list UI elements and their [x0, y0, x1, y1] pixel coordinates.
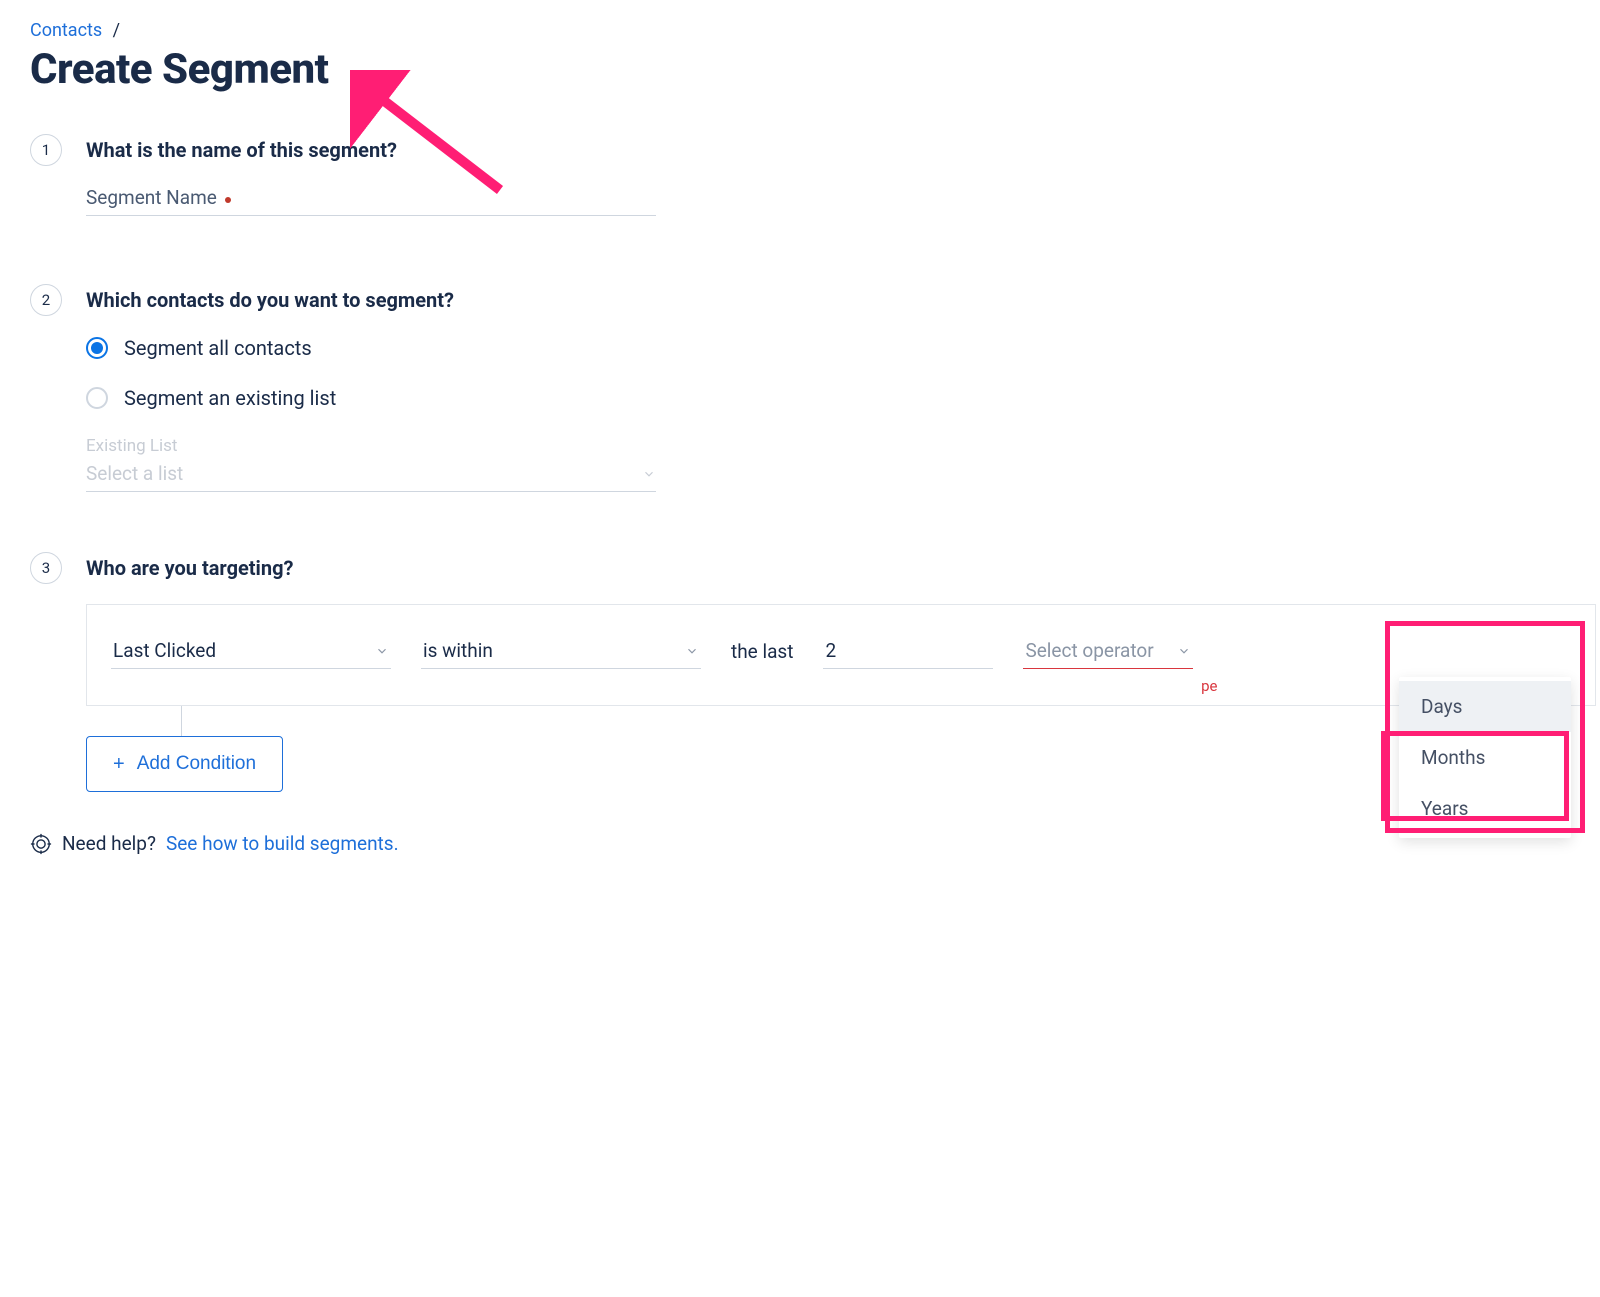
chevron-down-icon — [685, 644, 699, 658]
existing-list-label: Existing List — [86, 436, 1570, 456]
existing-list-select: Select a list — [86, 456, 656, 492]
condition-box: Last Clicked is within the last 2 Select… — [86, 604, 1596, 706]
breadcrumb: Contacts / — [30, 20, 1570, 41]
condition-operator-value: is within — [423, 639, 493, 662]
error-text-fragment: pe — [1201, 677, 1217, 695]
radio-icon-checked — [86, 337, 108, 359]
step-number-1: 1 — [30, 134, 62, 166]
plus-icon: + — [113, 754, 125, 774]
condition-field-value: Last Clicked — [113, 639, 216, 662]
dropdown-option-days[interactable]: Days — [1399, 681, 1571, 732]
dropdown-option-years[interactable]: Years — [1399, 783, 1571, 834]
condition-value: 2 — [825, 639, 836, 662]
chevron-down-icon — [1177, 644, 1191, 658]
condition-value-input[interactable]: 2 — [823, 633, 993, 669]
step-number-3: 3 — [30, 552, 62, 584]
chevron-down-icon — [642, 467, 656, 481]
breadcrumb-separator: / — [113, 20, 120, 41]
step-2: 2 Which contacts do you want to segment?… — [30, 284, 1570, 492]
condition-unit-placeholder: Select operator — [1025, 639, 1153, 662]
existing-list-placeholder: Select a list — [86, 462, 183, 485]
help-question: Need help? — [62, 832, 156, 855]
condition-unit-select[interactable]: Select operator pe — [1023, 633, 1193, 669]
step-1: 1 What is the name of this segment? Segm… — [30, 134, 1570, 224]
help-link[interactable]: See how to build segments. — [166, 832, 399, 855]
page-title: Create Segment — [30, 45, 1570, 94]
radio-segment-existing[interactable]: Segment an existing list — [86, 386, 1570, 410]
segment-name-label: Segment Name — [86, 186, 217, 209]
step-3-title: Who are you targeting? — [86, 556, 1596, 580]
dropdown-option-months[interactable]: Months — [1399, 732, 1571, 783]
add-condition-label: Add Condition — [137, 753, 256, 775]
radio-label-existing: Segment an existing list — [124, 386, 336, 410]
condition-static-text: the last — [731, 640, 793, 669]
unit-dropdown-menu: Days Months Years — [1399, 677, 1571, 838]
help-footer: Need help? See how to build segments. — [30, 832, 1570, 855]
radio-segment-all[interactable]: Segment all contacts — [86, 336, 1570, 360]
condition-operator-select[interactable]: is within — [421, 633, 701, 669]
add-condition-button[interactable]: + Add Condition — [86, 736, 283, 792]
target-icon — [30, 833, 52, 855]
condition-field-select[interactable]: Last Clicked — [111, 633, 391, 669]
step-1-title: What is the name of this segment? — [86, 138, 1570, 162]
step-2-title: Which contacts do you want to segment? — [86, 288, 1570, 312]
condition-connector-line — [181, 706, 182, 736]
segment-name-input[interactable]: Segment Name — [86, 186, 656, 216]
radio-icon-unchecked — [86, 387, 108, 409]
step-3: 3 Who are you targeting? Last Clicked is… — [30, 552, 1570, 792]
required-indicator — [225, 197, 231, 203]
step-number-2: 2 — [30, 284, 62, 316]
radio-label-all: Segment all contacts — [124, 336, 312, 360]
chevron-down-icon — [375, 644, 389, 658]
breadcrumb-link-contacts[interactable]: Contacts — [30, 20, 102, 41]
